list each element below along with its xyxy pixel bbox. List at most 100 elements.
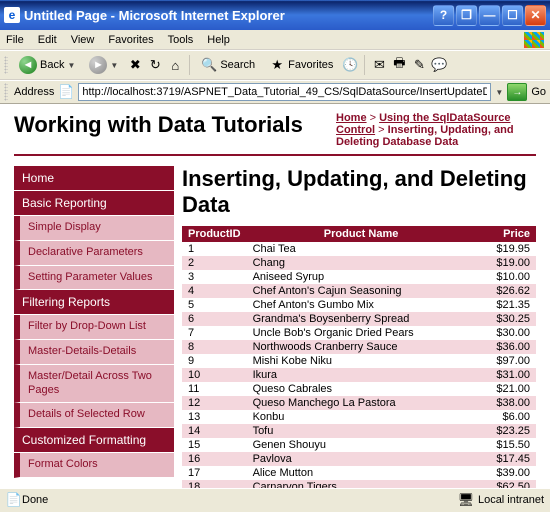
help-button[interactable]: ? — [433, 5, 454, 26]
cell-id: 17 — [182, 466, 247, 480]
go-label: Go — [531, 86, 546, 98]
mail-icon[interactable]: ✉ — [371, 57, 387, 73]
sidebar-section-basic-reporting[interactable]: Basic Reporting — [14, 191, 174, 216]
sidebar-item[interactable]: Master/Detail Across Two Pages — [14, 365, 174, 404]
table-row: 11Queso Cabrales$21.00 — [182, 382, 536, 396]
table-row: 4Chef Anton's Cajun Seasoning$26.62 — [182, 284, 536, 298]
cell-name: Ikura — [247, 368, 476, 382]
edit-icon[interactable]: ✎ — [411, 57, 427, 73]
back-icon: ◄ — [19, 56, 37, 74]
star-icon: ★ — [269, 57, 285, 73]
table-row: 10Ikura$31.00 — [182, 368, 536, 382]
chevron-down-icon: ▼ — [67, 61, 75, 70]
col-productid: ProductID — [182, 226, 247, 242]
cell-name: Grandma's Boysenberry Spread — [247, 312, 476, 326]
col-productname: Product Name — [247, 226, 476, 242]
table-row: 12Queso Manchego La Pastora$38.00 — [182, 396, 536, 410]
cell-name: Alice Mutton — [247, 466, 476, 480]
titlebar: e Untitled Page - Microsoft Internet Exp… — [0, 0, 550, 30]
main-content: Inserting, Updating, and Deleting Data P… — [182, 166, 536, 488]
cell-price: $10.00 — [476, 270, 536, 284]
cell-price: $21.35 — [476, 298, 536, 312]
menu-favorites[interactable]: Favorites — [108, 34, 153, 46]
restore-down-button[interactable]: ❐ — [456, 5, 477, 26]
discuss-icon[interactable]: 💬 — [431, 57, 447, 73]
menu-edit[interactable]: Edit — [38, 34, 57, 46]
cell-name: Genen Shouyu — [247, 438, 476, 452]
col-price: Price — [476, 226, 536, 242]
refresh-icon[interactable]: ↻ — [147, 57, 163, 73]
favorites-button[interactable]: ★Favorites — [264, 55, 338, 75]
cell-name: Northwoods Cranberry Sauce — [247, 340, 476, 354]
toolbar-handle[interactable] — [4, 56, 8, 74]
cell-price: $30.00 — [476, 326, 536, 340]
table-row: 14Tofu$23.25 — [182, 424, 536, 438]
forward-icon: ► — [89, 56, 107, 74]
cell-price: $97.00 — [476, 354, 536, 368]
sidebar-item[interactable]: Declarative Parameters — [14, 241, 174, 266]
cell-name: Queso Manchego La Pastora — [247, 396, 476, 410]
table-row: 15Genen Shouyu$15.50 — [182, 438, 536, 452]
close-button[interactable]: ✕ — [525, 5, 546, 26]
go-button[interactable]: → — [507, 83, 527, 101]
menu-view[interactable]: View — [71, 34, 95, 46]
cell-price: $23.25 — [476, 424, 536, 438]
cell-id: 7 — [182, 326, 247, 340]
sidebar-item[interactable]: Simple Display — [14, 216, 174, 241]
sidebar-item[interactable]: Format Colors — [14, 453, 174, 478]
breadcrumb-home[interactable]: Home — [336, 112, 367, 124]
breadcrumb: Home > Using the SqlDataSource Control >… — [336, 112, 536, 148]
history-icon[interactable]: 🕓 — [342, 57, 358, 73]
cell-price: $15.50 — [476, 438, 536, 452]
menu-tools[interactable]: Tools — [168, 34, 194, 46]
ie-icon: e — [4, 7, 20, 23]
zone-label: Local intranet — [478, 494, 544, 506]
zone-icon: 🖥 — [458, 492, 474, 508]
address-label: Address — [14, 86, 54, 98]
address-handle[interactable] — [4, 83, 8, 101]
cell-name: Mishi Kobe Niku — [247, 354, 476, 368]
print-icon[interactable]: 🖶 — [391, 57, 407, 73]
cell-name: Tofu — [247, 424, 476, 438]
cell-name: Queso Cabrales — [247, 382, 476, 396]
cell-id: 3 — [182, 270, 247, 284]
sidebar-item-home[interactable]: Home — [14, 166, 174, 191]
cell-price: $17.45 — [476, 452, 536, 466]
sidebar-item[interactable]: Master-Details-Details — [14, 340, 174, 365]
search-button[interactable]: 🔍Search — [196, 55, 260, 75]
sidebar-section-filtering[interactable]: Filtering Reports — [14, 290, 174, 315]
cell-id: 9 — [182, 354, 247, 368]
sidebar-section-custom-formatting[interactable]: Customized Formatting — [14, 428, 174, 453]
minimize-button[interactable]: — — [479, 5, 500, 26]
table-row: 16Pavlova$17.45 — [182, 452, 536, 466]
cell-price: $38.00 — [476, 396, 536, 410]
back-button[interactable]: ◄Back▼ — [14, 54, 80, 76]
menu-file[interactable]: File — [6, 34, 24, 46]
maximize-button[interactable]: ☐ — [502, 5, 523, 26]
status-text: Done — [22, 494, 48, 506]
cell-name: Konbu — [247, 410, 476, 424]
site-title: Working with Data Tutorials — [14, 112, 303, 138]
sidebar-item[interactable]: Setting Parameter Values — [14, 266, 174, 291]
home-icon[interactable]: ⌂ — [167, 57, 183, 73]
page-icon: 📄 — [58, 84, 74, 100]
cell-price: $62.50 — [476, 480, 536, 488]
sidebar-item[interactable]: Filter by Drop-Down List — [14, 315, 174, 340]
cell-id: 15 — [182, 438, 247, 452]
forward-button[interactable]: ►▼ — [84, 54, 123, 76]
sidebar-item[interactable]: Details of Selected Row — [14, 403, 174, 428]
address-input[interactable] — [78, 83, 491, 101]
menu-help[interactable]: Help — [207, 34, 230, 46]
cell-price: $39.00 — [476, 466, 536, 480]
stop-icon[interactable]: ✖ — [127, 57, 143, 73]
content-area: Working with Data Tutorials Home > Using… — [0, 104, 550, 488]
cell-price: $6.00 — [476, 410, 536, 424]
table-row: 13Konbu$6.00 — [182, 410, 536, 424]
status-bar: 📄 Done 🖥 Local intranet — [0, 488, 550, 510]
address-dropdown-icon[interactable]: ▼ — [495, 88, 503, 97]
table-row: 5Chef Anton's Gumbo Mix$21.35 — [182, 298, 536, 312]
cell-id: 6 — [182, 312, 247, 326]
cell-price: $36.00 — [476, 340, 536, 354]
cell-id: 1 — [182, 242, 247, 256]
products-table: ProductID Product Name Price 1Chai Tea$1… — [182, 226, 536, 488]
